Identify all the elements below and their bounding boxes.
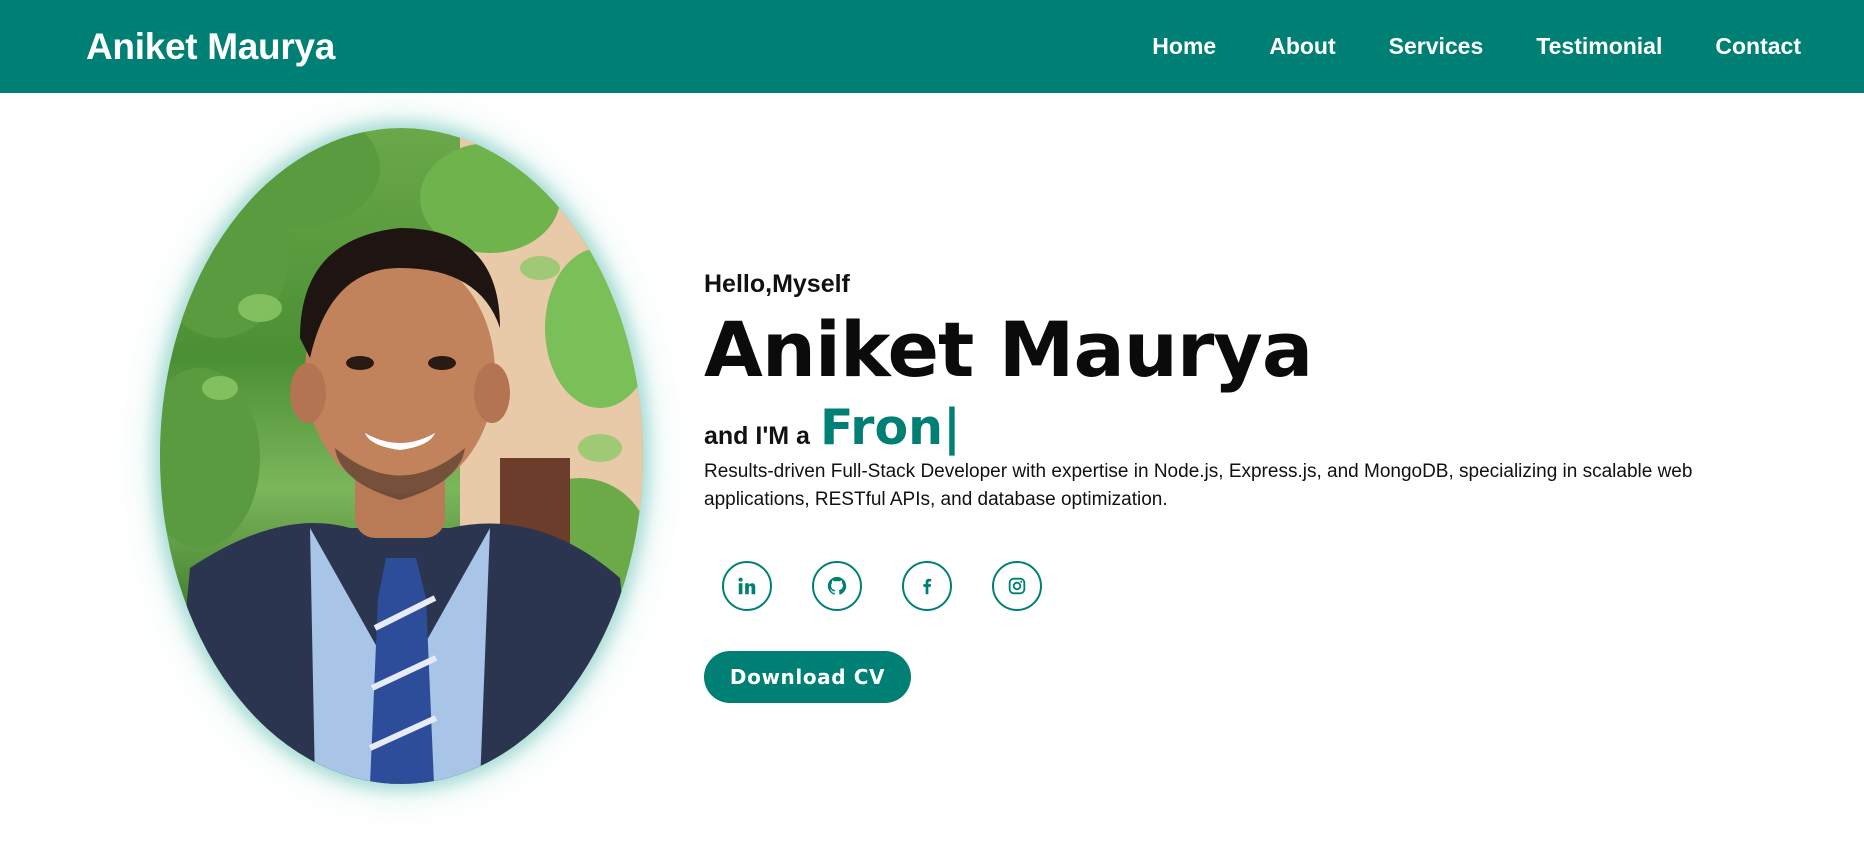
nav-services[interactable]: Services [1389, 33, 1484, 60]
top-navbar: Aniket Maurya Home About Services Testim… [0, 0, 1864, 93]
linkedin-icon [738, 577, 756, 595]
hero-section: Hello,Myself Aniket Maurya and I'M a Fro… [704, 270, 1764, 514]
social-links [722, 561, 1082, 611]
facebook-link[interactable] [902, 561, 952, 611]
github-icon [827, 576, 847, 595]
linkedin-link[interactable] [722, 561, 772, 611]
nav-contact[interactable]: Contact [1715, 33, 1801, 60]
main-nav: Home About Services Testimonial Contact [1099, 33, 1801, 60]
greeting-text: Hello,Myself [704, 270, 850, 298]
instagram-link[interactable] [992, 561, 1042, 611]
facebook-icon [923, 578, 932, 595]
nav-about[interactable]: About [1269, 33, 1335, 60]
instagram-icon [1008, 577, 1026, 595]
download-cv-button[interactable]: Download CV [704, 651, 911, 703]
role-typed-text: Fron| [819, 399, 961, 456]
profile-photo-illustration [160, 128, 643, 784]
role-prefix: and I'M a [704, 422, 810, 450]
github-link[interactable] [812, 561, 862, 611]
hero-description: Results-driven Full-Stack Developer with… [704, 461, 1693, 510]
nav-home[interactable]: Home [1152, 33, 1216, 60]
profile-photo-wrapper [160, 128, 643, 784]
nav-testimonial[interactable]: Testimonial [1536, 33, 1662, 60]
role-line: and I'M a Fron| [704, 399, 1764, 456]
hero-name: Aniket Maurya [704, 305, 1313, 394]
brand-logo[interactable]: Aniket Maurya [86, 26, 335, 68]
profile-photo [160, 128, 643, 784]
